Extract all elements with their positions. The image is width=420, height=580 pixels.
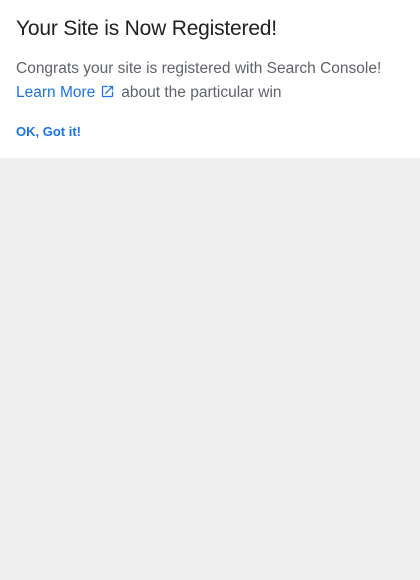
empty-page-area — [0, 158, 420, 580]
learn-more-line: Learn More about the particular win — [16, 81, 406, 105]
learn-more-label: Learn More — [16, 84, 96, 101]
dialog-title: Your Site is Now Registered! — [16, 17, 277, 40]
external-link-icon — [100, 84, 115, 99]
registration-message: Congrats your site is registered with Se… — [16, 60, 382, 77]
dialog-body: Congrats your site is registered with Se… — [16, 57, 406, 105]
learn-more-link[interactable]: Learn More — [16, 84, 121, 101]
registration-dialog: Your Site is Now Registered! Congrats yo… — [0, 0, 420, 158]
learn-more-suffix: about the particular win — [121, 84, 282, 101]
ok-got-it-button[interactable]: OK, Got it! — [16, 122, 81, 142]
